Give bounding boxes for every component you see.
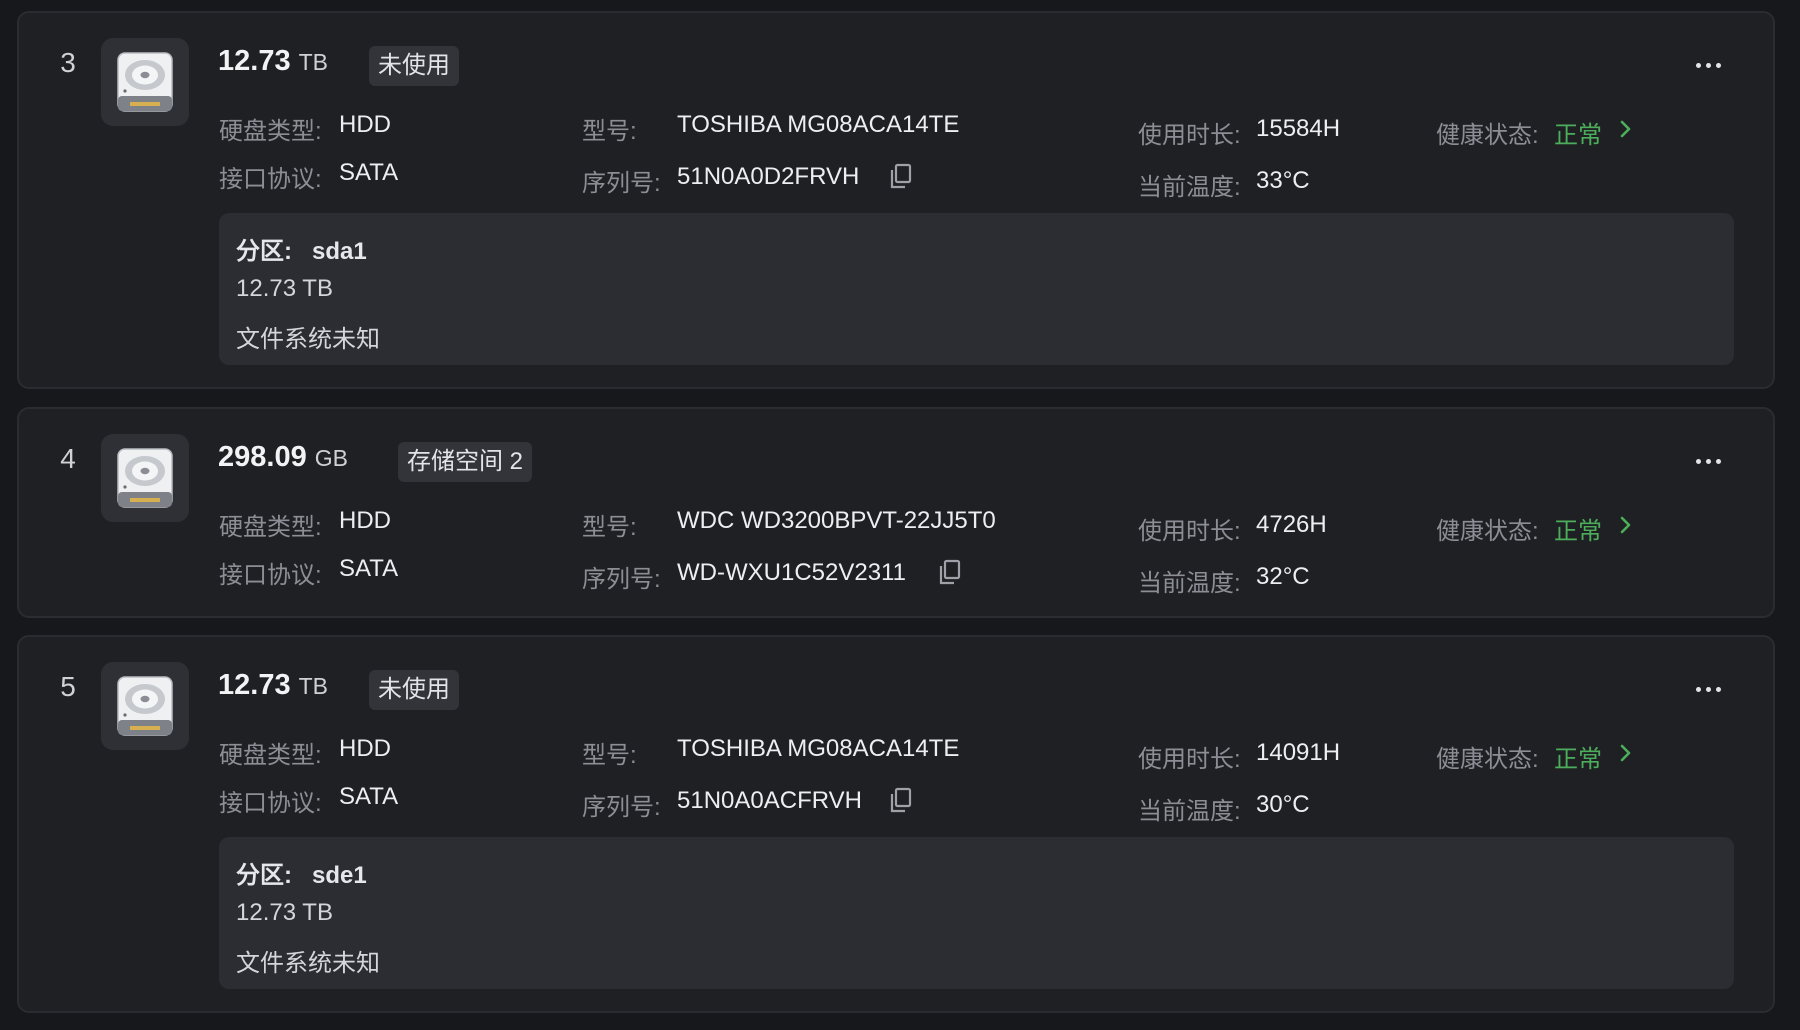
serial-value: 51N0A0ACFRVH [677, 787, 862, 814]
hdd-icon [101, 662, 189, 750]
chevron-right-icon[interactable] [1614, 742, 1636, 764]
disk-type-label: 硬盘类型: [219, 118, 322, 145]
health-label: 健康状态: [1436, 122, 1539, 149]
model-label: 型号: [582, 742, 637, 769]
serial-value: WD-WXU1C52V2311 [677, 559, 906, 586]
chevron-right-icon[interactable] [1614, 118, 1636, 140]
serial-label: 序列号: [582, 794, 661, 821]
capacity-value: 298.09 [218, 441, 307, 473]
disk-index: 5 [60, 671, 76, 702]
copy-icon[interactable] [935, 558, 963, 586]
health-value[interactable]: 正常 [1554, 739, 1602, 774]
health-value[interactable]: 正常 [1554, 115, 1602, 150]
capacity-unit: TB [298, 673, 328, 699]
more-menu-icon[interactable] [1696, 63, 1721, 68]
serial-value: 51N0A0D2FRVH [677, 163, 860, 190]
disk-card: 4 298.09 GB 存储空间 2 硬盘类型: HDD 型号: WDC WD3… [17, 407, 1775, 618]
health-label: 健康状态: [1436, 746, 1539, 773]
protocol-value: SATA [339, 159, 399, 186]
runtime-value: 14091H [1256, 739, 1341, 766]
partition-filesystem: 文件系统未知 [236, 950, 380, 977]
model-label: 型号: [582, 118, 637, 145]
partition-panel: 分区: sda1 12.73 TB 文件系统未知 [219, 213, 1734, 365]
runtime-value: 15584H [1256, 115, 1341, 142]
partition-size: 12.73 TB [236, 275, 333, 302]
runtime-value: 4726H [1256, 511, 1327, 538]
partition-panel: 分区: sde1 12.73 TB 文件系统未知 [219, 837, 1734, 989]
protocol-label: 接口协议: [219, 166, 322, 193]
status-badge: 存储空间 2 [398, 442, 533, 482]
runtime-label: 使用时长: [1138, 122, 1241, 149]
protocol-label: 接口协议: [219, 790, 322, 817]
capacity-unit: TB [298, 49, 328, 75]
health-value[interactable]: 正常 [1554, 511, 1602, 546]
status-badge: 未使用 [369, 670, 459, 710]
partition-size: 12.73 TB [236, 899, 333, 926]
hdd-icon [101, 38, 189, 126]
hdd-icon [101, 434, 189, 522]
model-label: 型号: [582, 514, 637, 541]
more-menu-icon[interactable] [1696, 459, 1721, 464]
partition-title: 分区: sda1 [236, 231, 367, 266]
model-value: TOSHIBA MG08ACA14TE [677, 111, 960, 138]
protocol-value: SATA [339, 783, 399, 810]
capacity: 12.73 TB [218, 669, 328, 702]
temperature-label: 当前温度: [1138, 174, 1241, 201]
runtime-label: 使用时长: [1138, 518, 1241, 545]
temperature-value: 30°C [1256, 791, 1310, 818]
copy-icon[interactable] [886, 162, 914, 190]
model-value: WDC WD3200BPVT-22JJ5T0 [677, 507, 996, 534]
disk-card: 5 12.73 TB 未使用 硬盘类型: HDD 型号: TOSHIBA MG0… [17, 635, 1775, 1013]
partition-name: sde1 [312, 862, 367, 889]
capacity-unit: GB [314, 445, 348, 471]
more-menu-icon[interactable] [1696, 687, 1721, 692]
partition-filesystem: 文件系统未知 [236, 326, 380, 353]
capacity-value: 12.73 [218, 669, 291, 701]
disk-card: 3 12.73 TB 未使用 硬盘类型: HDD 型号: TOSHIBA MG0… [17, 11, 1775, 389]
disk-index: 4 [60, 443, 76, 474]
capacity: 12.73 TB [218, 45, 328, 78]
model-value: TOSHIBA MG08ACA14TE [677, 735, 960, 762]
protocol-label: 接口协议: [219, 562, 322, 589]
copy-icon[interactable] [886, 786, 914, 814]
disk-type-label: 硬盘类型: [219, 742, 322, 769]
serial-label: 序列号: [582, 170, 661, 197]
disk-type-label: 硬盘类型: [219, 514, 322, 541]
disk-type-value: HDD [339, 735, 391, 762]
runtime-label: 使用时长: [1138, 746, 1241, 773]
capacity-value: 12.73 [218, 45, 291, 77]
partition-label: 分区: [236, 238, 292, 265]
protocol-value: SATA [339, 555, 399, 582]
partition-name: sda1 [312, 238, 367, 265]
status-badge: 未使用 [369, 46, 459, 86]
temperature-value: 32°C [1256, 563, 1310, 590]
chevron-right-icon[interactable] [1614, 514, 1636, 536]
disk-type-value: HDD [339, 111, 391, 138]
disk-type-value: HDD [339, 507, 391, 534]
capacity: 298.09 GB [218, 441, 348, 474]
temperature-label: 当前温度: [1138, 798, 1241, 825]
health-label: 健康状态: [1436, 518, 1539, 545]
partition-title: 分区: sde1 [236, 855, 367, 890]
serial-label: 序列号: [582, 566, 661, 593]
temperature-label: 当前温度: [1138, 570, 1241, 597]
temperature-value: 33°C [1256, 167, 1310, 194]
disk-index: 3 [60, 47, 76, 78]
partition-label: 分区: [236, 862, 292, 889]
